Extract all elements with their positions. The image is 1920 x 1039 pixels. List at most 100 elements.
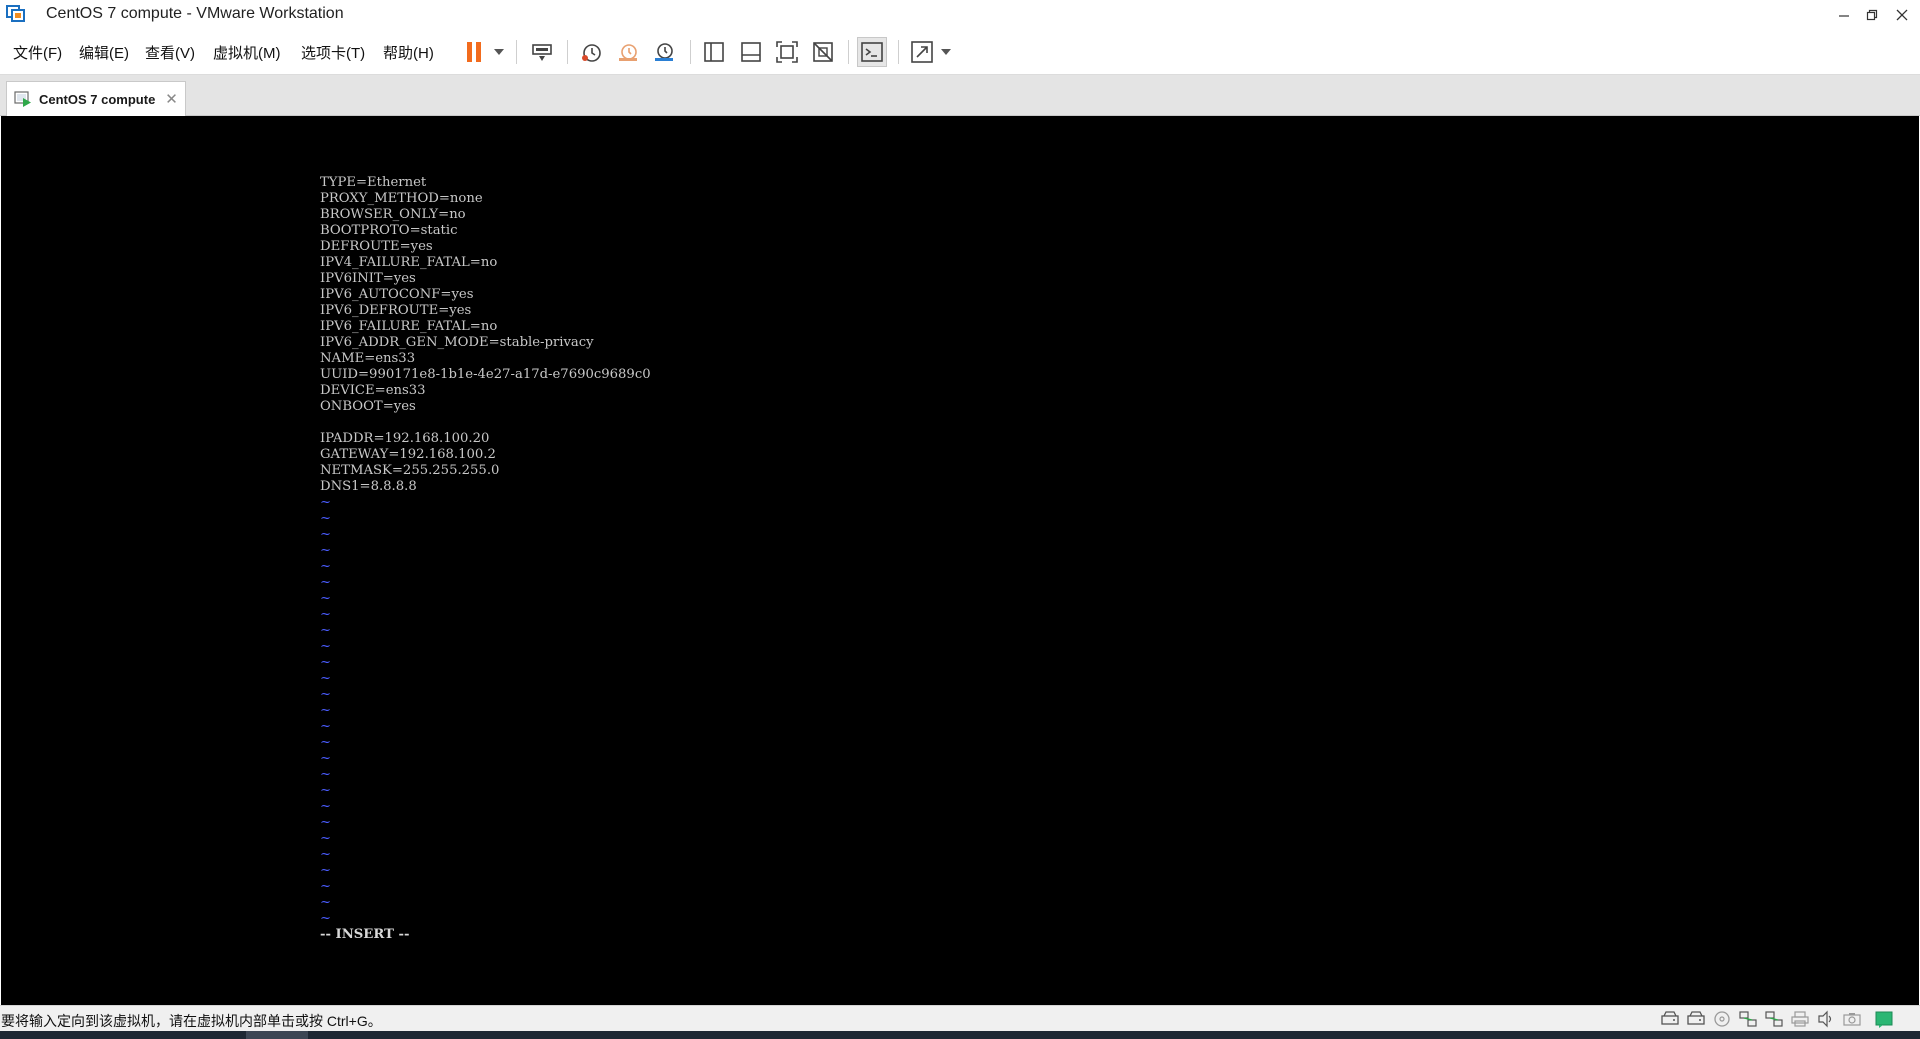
empty-line-tilde: ~ [320,783,332,798]
pause-icon [467,42,481,62]
empty-line-tilde: ~ [320,591,332,606]
restore-button[interactable] [1858,0,1886,29]
config-line: GATEWAY=192.168.100.2 [320,447,496,462]
toolbar-divider [898,40,899,64]
empty-line-tilde: ~ [320,735,332,750]
chevron-down-icon [494,49,504,55]
vm-console[interactable]: TYPE=Ethernet PROXY_METHOD=none BROWSER_ON… [1,116,1919,1005]
window-title: CentOS 7 compute - VMware Workstation [46,5,344,22]
sound-icon[interactable] [1816,1010,1836,1028]
vmware-logo-icon [6,5,25,22]
minimize-icon [1839,14,1849,17]
empty-line-tilde: ~ [320,879,332,894]
empty-line-tilde: ~ [320,543,332,558]
menu-toolbar: 文件(F) 编辑(E) 查看(V) 虚拟机(M) 选项卡(T) 帮助(H) [0,29,1920,75]
empty-line-tilde: ~ [320,495,332,510]
restore-icon [1866,9,1878,20]
full-screen-icon [776,41,798,63]
cd-rom-icon[interactable] [1712,1010,1732,1028]
network-icon[interactable] [1738,1010,1758,1028]
config-line: BOOTPROTO=static [320,223,458,238]
network-2-icon[interactable] [1764,1010,1784,1028]
empty-line-tilde: ~ [320,911,332,926]
status-message: 要将输入定向到该虚拟机，请在虚拟机内部单击或按 Ctrl+G。 [1,1013,382,1029]
empty-line-tilde: ~ [320,527,332,542]
toolbar-divider [516,40,517,64]
empty-line-tilde: ~ [320,607,332,622]
vm-running-icon [14,91,31,107]
config-line: NAME=ens33 [320,351,416,366]
menu-file[interactable]: 文件(F) [13,42,62,63]
unity-button[interactable] [808,37,838,67]
chevron-down-icon [941,49,951,55]
send-keys-icon [532,44,552,61]
snapshot-manager-button[interactable] [649,37,679,67]
status-bar: 要将输入定向到该虚拟机，请在虚拟机内部单击或按 Ctrl+G。 [0,1005,1920,1031]
empty-line-tilde: ~ [320,687,332,702]
full-screen-button[interactable] [772,37,802,67]
revert-snapshot-button[interactable] [613,37,643,67]
printer-icon[interactable] [1790,1010,1810,1028]
show-library-button[interactable] [699,37,729,67]
taskbar-item[interactable] [246,1031,308,1039]
empty-line-tilde: ~ [320,863,332,878]
tab-close-icon[interactable]: ✕ [165,90,178,108]
pause-button[interactable] [459,37,489,67]
menu-help[interactable]: 帮助(H) [383,42,434,63]
empty-line-tilde: ~ [320,639,332,654]
menu-tabs[interactable]: 选项卡(T) [301,42,365,63]
toolbar-divider [567,40,568,64]
message-icon[interactable] [1874,1010,1894,1028]
hard-disk-icon[interactable] [1660,1010,1680,1028]
empty-line-tilde: ~ [320,719,332,734]
close-icon [1896,9,1908,20]
console-view-button[interactable] [857,37,887,67]
config-line [320,415,651,431]
config-line: NETMASK=255.255.255.0 [320,463,500,478]
snapshot-manager-icon [655,43,673,61]
camera-icon[interactable] [1842,1010,1862,1028]
show-thumbnails-icon [741,42,761,62]
config-line: IPV6_AUTOCONF=yes [320,287,474,302]
show-thumbnails-button[interactable] [736,37,766,67]
toolbar-divider [848,40,849,64]
empty-line-tilde: ~ [320,831,332,846]
config-line: IPV6_DEFROUTE=yes [320,303,472,318]
empty-line-tilde: ~ [320,847,332,862]
snapshot-icon [582,44,601,62]
send-ctrl-alt-del-button[interactable] [527,37,557,67]
menu-view[interactable]: 查看(V) [145,42,195,63]
config-line: TYPE=Ethernet [320,175,427,190]
empty-line-tilde: ~ [320,815,332,830]
close-window-button[interactable] [1888,0,1916,29]
take-snapshot-button[interactable] [576,37,606,67]
vi-editor-content: TYPE=Ethernet PROXY_METHOD=none BROWSER_ON… [320,175,651,943]
empty-line-tilde: ~ [320,767,332,782]
show-library-icon [704,42,724,62]
stretch-dropdown[interactable] [939,37,953,67]
menu-vm[interactable]: 虚拟机(M) [213,42,281,63]
hard-disk-2-icon[interactable] [1686,1010,1706,1028]
minimize-button[interactable] [1830,0,1858,29]
stretch-button[interactable] [907,37,937,67]
stretch-icon [911,41,933,63]
menu-edit[interactable]: 编辑(E) [79,42,129,63]
config-line: IPV6INIT=yes [320,271,416,286]
power-dropdown[interactable] [492,37,506,67]
config-line: DNS1=8.8.8.8 [320,479,417,494]
tab-strip: CentOS 7 compute ✕ [0,75,1920,116]
tab-centos-7-compute[interactable]: CentOS 7 compute ✕ [6,81,186,116]
empty-line-tilde: ~ [320,751,332,766]
config-line: PROXY_METHOD=none [320,191,483,206]
empty-line-tilde: ~ [320,655,332,670]
empty-line-tilde: ~ [320,575,332,590]
revert-snapshot-icon [619,44,637,61]
console-view-icon [861,42,883,62]
config-line: IPV6_ADDR_GEN_MODE=stable-privacy [320,335,594,350]
empty-line-tilde: ~ [320,511,332,526]
empty-line-tilde: ~ [320,623,332,638]
toolbar-divider [690,40,691,64]
tab-label: CentOS 7 compute [39,91,156,107]
config-line: IPV6_FAILURE_FATAL=no [320,319,498,334]
config-line: BROWSER_ONLY=no [320,207,466,222]
